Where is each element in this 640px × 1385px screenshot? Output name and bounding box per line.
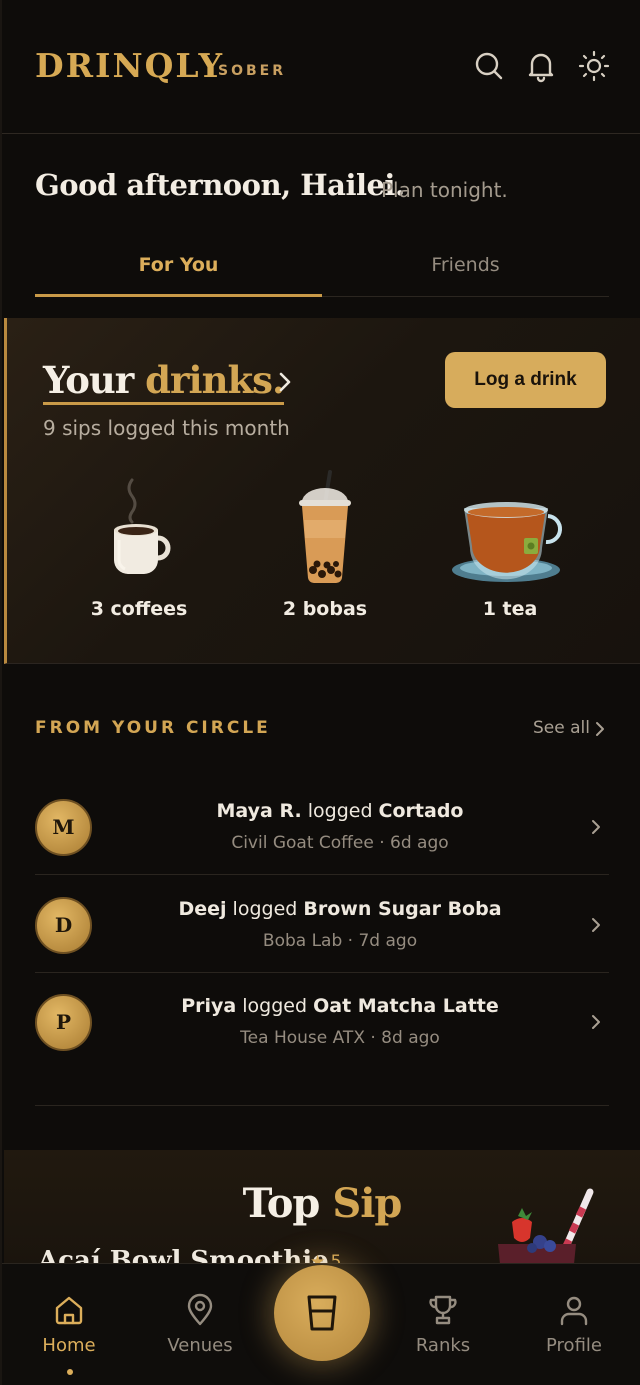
feed-drink: Cortado bbox=[378, 800, 464, 822]
nav-label: Ranks bbox=[415, 1335, 471, 1356]
feed-item[interactable]: P Priya logged Oat Matcha Latte Tea Hous… bbox=[35, 973, 609, 1070]
drink-stat-coffee[interactable]: 3 coffees bbox=[54, 468, 224, 620]
feed-activity: Deej logged Brown Sugar Boba bbox=[115, 898, 565, 920]
nav-item-home[interactable]: Home bbox=[19, 1264, 119, 1375]
location-pin-icon bbox=[183, 1293, 217, 1327]
bell-icon[interactable] bbox=[523, 48, 559, 84]
feed-user: Maya R. bbox=[216, 800, 302, 822]
drinks-summary: 9 sips logged this month bbox=[43, 416, 290, 440]
feed-meta: Tea House ATX · 8d ago bbox=[240, 1028, 440, 1048]
see-all-link[interactable]: See all bbox=[533, 718, 590, 738]
search-icon[interactable] bbox=[471, 48, 507, 84]
user-icon bbox=[557, 1293, 591, 1327]
home-icon bbox=[52, 1293, 86, 1327]
section-heading-circle: FROM YOUR CIRCLE bbox=[35, 718, 271, 738]
drink-stat-label: 2 bobas bbox=[282, 598, 368, 620]
feed-item[interactable]: M Maya R. logged Cortado Civil Goat Coff… bbox=[35, 778, 609, 875]
nav-label: Home bbox=[42, 1335, 96, 1356]
chevron-right-icon[interactable] bbox=[275, 370, 295, 394]
chevron-right-icon[interactable] bbox=[590, 1013, 602, 1031]
cup-icon bbox=[307, 1295, 337, 1331]
drink-stat-label: 3 coffees bbox=[90, 598, 188, 620]
feed-drink: Brown Sugar Boba bbox=[303, 898, 502, 920]
log-drink-button[interactable]: Log a drink bbox=[445, 352, 606, 408]
drink-stat-tea[interactable]: 1 tea bbox=[425, 468, 595, 620]
trophy-icon bbox=[426, 1293, 460, 1327]
greeting-subtitle: Plan tonight. bbox=[381, 178, 508, 202]
greeting-title: Good afternoon, Hailei. bbox=[35, 168, 405, 202]
top-sip-title-accent: Sip bbox=[332, 1180, 402, 1227]
feed-verb: logged bbox=[301, 800, 379, 822]
theme-toggle-sun-icon[interactable] bbox=[576, 48, 612, 84]
chevron-right-icon[interactable] bbox=[590, 916, 602, 934]
nav-label: Venues bbox=[167, 1335, 233, 1356]
section-divider bbox=[35, 1105, 609, 1106]
chevron-right-icon[interactable] bbox=[594, 721, 606, 737]
nav-item-venues[interactable]: Venues bbox=[150, 1264, 250, 1356]
brand-subtitle: SOBER bbox=[218, 63, 286, 79]
smoothie-glass-icon bbox=[490, 1186, 600, 1270]
coffee-cup-icon bbox=[54, 468, 224, 586]
nav-label: Profile bbox=[546, 1335, 602, 1356]
feed-verb: logged bbox=[236, 995, 314, 1017]
top-sip-card[interactable]: Top Sip Açaí Bowl Smoothie ★ 5 bbox=[4, 1150, 640, 1270]
avatar: M bbox=[35, 799, 92, 856]
feed-verb: logged bbox=[226, 898, 304, 920]
feed-user: Deej bbox=[178, 898, 227, 920]
nav-item-profile[interactable]: Profile bbox=[524, 1264, 624, 1356]
drink-stat-label: 1 tea bbox=[482, 598, 538, 620]
top-sip-title-plain: Top bbox=[242, 1180, 321, 1227]
feed-meta: Civil Goat Coffee · 6d ago bbox=[231, 833, 449, 853]
brand-logo[interactable]: DRINQLY bbox=[35, 46, 224, 85]
avatar: P bbox=[35, 994, 92, 1051]
tab-for-you[interactable]: For You bbox=[35, 240, 322, 297]
avatar: D bbox=[35, 897, 92, 954]
nav-item-ranks[interactable]: Ranks bbox=[393, 1264, 493, 1356]
feed-drink: Oat Matcha Latte bbox=[313, 995, 499, 1017]
log-drink-fab[interactable] bbox=[274, 1265, 370, 1361]
drinks-title-plain: Your bbox=[43, 358, 134, 402]
drink-stat-boba[interactable]: 2 bobas bbox=[240, 468, 410, 620]
tab-friends[interactable]: Friends bbox=[322, 240, 609, 297]
app-screen: DRINQLY SOBER Good afternoon, Hailei. Pl… bbox=[0, 0, 640, 1385]
your-drinks-card: Your drinks. 9 sips logged this month Lo… bbox=[4, 318, 640, 664]
chevron-right-icon[interactable] bbox=[590, 818, 602, 836]
active-indicator-dot bbox=[67, 1369, 73, 1375]
feed-item[interactable]: D Deej logged Brown Sugar Boba Boba Lab … bbox=[35, 876, 609, 973]
boba-cup-icon bbox=[240, 468, 410, 586]
drinks-title-accent: drinks. bbox=[145, 358, 285, 402]
feed-activity: Maya R. logged Cortado bbox=[115, 800, 565, 822]
feed-user: Priya bbox=[181, 995, 237, 1017]
your-drinks-link[interactable]: Your drinks. bbox=[43, 358, 285, 405]
feed-tabs: For You Friends bbox=[35, 240, 609, 297]
top-header: DRINQLY SOBER bbox=[2, 0, 640, 134]
feed-meta: Boba Lab · 7d ago bbox=[262, 931, 418, 951]
feed-activity: Priya logged Oat Matcha Latte bbox=[115, 995, 565, 1017]
tea-cup-icon bbox=[425, 468, 595, 586]
